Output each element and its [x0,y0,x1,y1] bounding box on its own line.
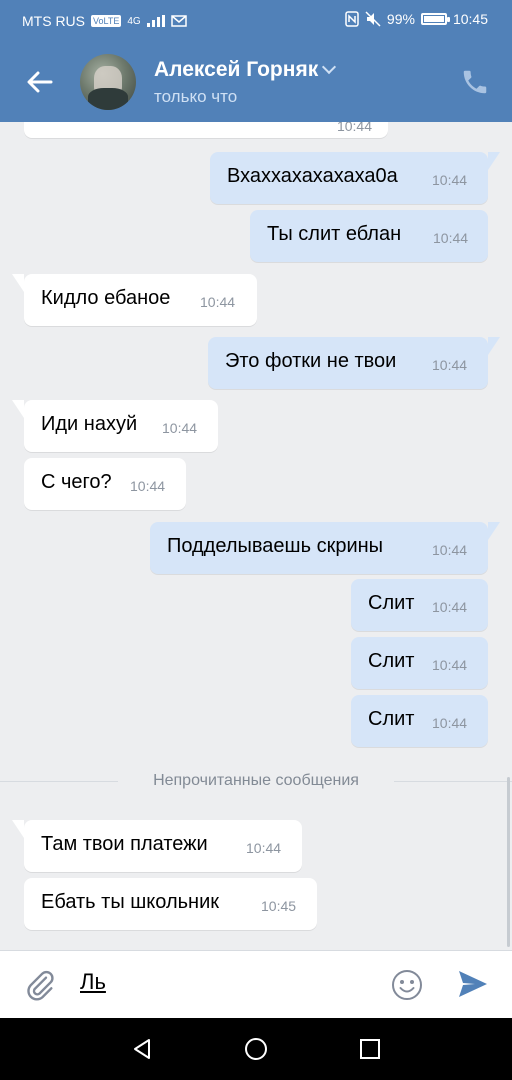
message-bubble-incoming[interactable]: С чего? 10:44 [24,458,186,510]
message-time: 10:45 [261,898,297,914]
battery-icon [420,13,450,25]
bubble-tail [12,820,24,838]
circle-home-icon [245,1038,267,1060]
message-input[interactable]: Ль [80,969,360,1003]
back-button[interactable] [24,66,56,98]
nav-back-button[interactable] [125,1032,159,1066]
triangle-back-icon [134,1039,150,1059]
send-icon [459,971,487,997]
status-right: 99% 10:45 [345,11,488,27]
call-button[interactable] [460,67,490,97]
network-label: 4G [127,15,141,27]
message-bubble-incoming[interactable]: Там твои платежи 10:44 [12,820,302,872]
scrollbar[interactable] [507,777,510,947]
message-text: Слит [368,592,415,614]
message-bubble-outgoing[interactable]: Подделываешь скрины 10:44 [150,522,500,574]
message-icon [170,15,187,27]
message-text: Слит [368,650,415,672]
phone-icon [463,70,487,94]
message-time: 10:44 [336,122,372,134]
battery-percent: 99% [386,11,415,27]
message-bubble-incoming[interactable]: Кидло ебаное 10:44 [12,274,257,326]
message-time: 10:44 [432,542,468,558]
nfc-icon [345,11,359,27]
nav-home-button[interactable] [239,1032,273,1066]
message-bubble-outgoing[interactable]: Слит 10:44 [351,695,488,747]
message-bubble-outgoing[interactable]: Ты слит еблан 10:44 [250,210,488,262]
paperclip-icon [27,970,54,1001]
message-text: Ты слит еблан [267,223,402,245]
clock: 10:45 [452,11,488,27]
message-text: Вхаххахахахаха0а [227,165,398,187]
nav-recent-button[interactable] [353,1032,387,1066]
message-time: 10:44 [130,478,166,494]
battery-fill [423,16,444,22]
message-time: 10:44 [433,230,469,246]
system-nav-bar [0,1018,512,1080]
message-time: 10:44 [432,599,468,615]
message-bubble-incoming[interactable]: Иди нахуй 10:44 [12,400,218,452]
contact-status: только что [154,87,238,106]
message-time: 10:44 [432,172,468,188]
smiley-icon [392,970,422,1000]
message-bubble-outgoing[interactable]: Вхаххахахахаха0а 10:44 [210,152,500,204]
contact-name: Алексей Горняк [154,58,319,81]
message-time: 10:44 [432,657,468,673]
composer-bar: Ль [0,950,512,1019]
unread-divider: Непрочитанные сообщения [0,770,512,794]
bubble-tail [12,274,24,292]
status-left: MTS RUS VoLTE 4G [22,13,187,29]
message-text: Кидло ебаное [41,287,171,309]
chat-header: Алексей Горняк только что [0,40,512,122]
message-bubble-incoming[interactable]: Ебать ты школьник 10:45 [24,878,317,930]
bubble-tail [488,522,500,540]
message-bubble-partial[interactable]: 10:44 [24,122,388,138]
message-text: Это фотки не твои [225,350,397,372]
message-bubble-outgoing[interactable]: Это фотки не твои 10:44 [208,337,500,389]
message-text: Иди нахуй [41,413,138,435]
contact-name-button[interactable]: Алексей Горняк [154,58,337,82]
square-recent-icon [360,1039,380,1059]
bubble-tail [488,152,500,170]
message-text: Там твои платежи [41,833,208,855]
bubble-tail [12,400,24,418]
message-bubble-outgoing[interactable]: Слит 10:44 [351,579,488,631]
avatar[interactable] [80,54,136,110]
carrier-label: MTS RUS [22,13,85,29]
status-bar: MTS RUS VoLTE 4G 99% 10:45 [0,0,512,40]
emoji-button[interactable] [390,968,424,1002]
bubble-tail [488,337,500,355]
message-time: 10:44 [246,840,282,856]
message-time: 10:44 [162,420,198,436]
mute-icon [365,11,381,27]
unread-divider-label: Непрочитанные сообщения [153,772,359,789]
send-button[interactable] [456,967,490,1001]
back-arrow-icon [27,71,53,93]
message-time: 10:44 [432,357,468,373]
message-time: 10:44 [200,294,236,310]
message-input-value: Ль [80,969,106,994]
message-bubble-outgoing[interactable]: Слит 10:44 [351,637,488,689]
message-time: 10:44 [432,715,468,731]
signal-icon [146,15,165,27]
message-text: Ебать ты школьник [41,891,220,913]
message-text: С чего? [41,471,112,493]
attach-button[interactable] [24,969,56,1001]
message-text: Подделываешь скрины [167,535,384,557]
chevron-down-icon [322,59,337,75]
volte-badge: VoLTE [91,15,122,27]
message-list[interactable]: 10:44 Вхаххахахахаха0а 10:44 Ты слит ебл… [0,122,512,950]
message-text: Слит [368,708,415,730]
